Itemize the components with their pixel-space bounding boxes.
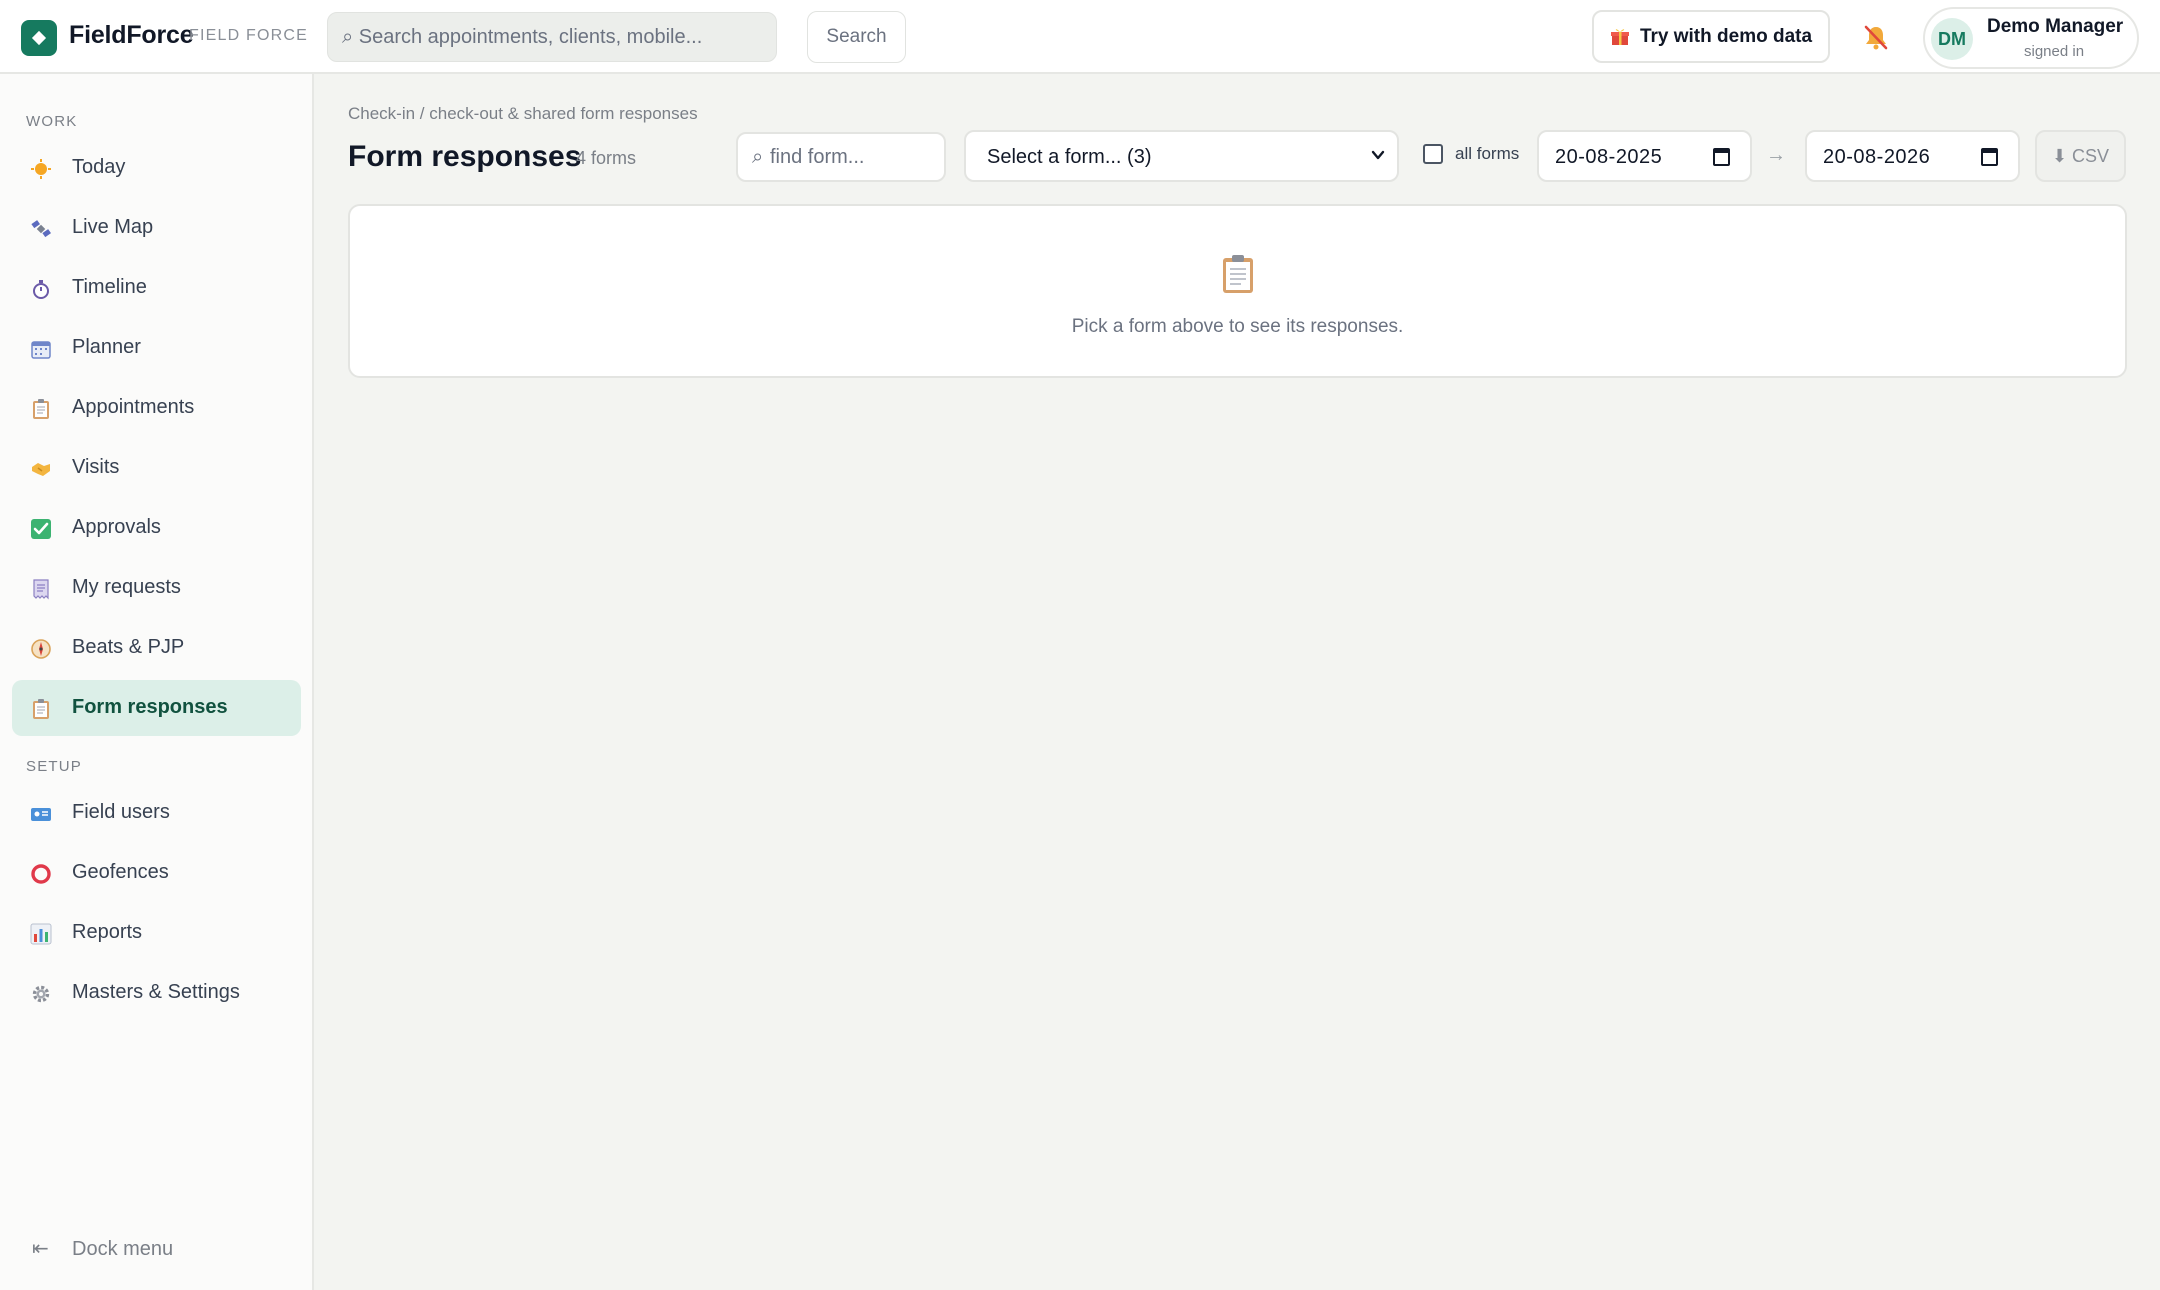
form-select[interactable]: Select a form... (3) — [964, 130, 1399, 182]
sidebar-item-label: My requests — [72, 576, 181, 598]
clipboard-icon — [33, 399, 49, 419]
section-label-setup: SETUP — [26, 758, 83, 775]
sidebar-item-label: Masters & Settings — [72, 981, 240, 1003]
dock-menu-button[interactable]: ⇤ Dock menu — [12, 1224, 301, 1276]
gear-icon — [32, 985, 50, 1003]
breadcrumb: Check-in / check-out & shared form respo… — [348, 104, 698, 123]
sidebar-item-label: Planner — [72, 336, 141, 358]
date-to-value: 20-08-2026 — [1823, 146, 1931, 168]
form-select-value: Select a form... (3) — [987, 146, 1152, 168]
sidebar-item-planner[interactable]: Planner — [12, 320, 301, 376]
sidebar-item-appointments[interactable]: Appointments — [12, 380, 301, 436]
dock-menu-label: Dock menu — [72, 1238, 174, 1260]
empty-state-card: Pick a form above to see its responses. — [348, 204, 2127, 378]
collapse-icon: ⇤ — [32, 1238, 49, 1260]
date-from-input[interactable]: 20-08-2025 — [1537, 130, 1752, 182]
stopwatch-icon — [33, 280, 49, 299]
receipt-icon — [33, 579, 49, 600]
avatar: DM — [1931, 18, 1973, 60]
sidebar-item-live-map[interactable]: Live Map — [12, 200, 301, 256]
sidebar-item-beats-pjp[interactable]: Beats & PJP — [12, 620, 301, 676]
find-form-field: ⌕ — [736, 132, 946, 182]
brand-tagline: FIELD FORCE — [189, 27, 308, 44]
top-bar: FieldForce FIELD FORCE Search Try with d… — [0, 0, 2160, 74]
gift-icon — [1610, 28, 1629, 45]
try-demo-data-label: Try with demo data — [1639, 25, 1813, 47]
calendar-icon[interactable] — [1713, 148, 1730, 166]
global-search — [327, 12, 777, 62]
sidebar-item-visits[interactable]: Visits — [12, 440, 301, 496]
sidebar-item-reports[interactable]: Reports — [12, 905, 301, 961]
all-forms-toggle[interactable]: all forms — [1423, 144, 1519, 164]
sidebar-item-label: Visits — [72, 456, 120, 478]
sidebar-item-my-requests[interactable]: My requests — [12, 560, 301, 616]
all-forms-checkbox[interactable] — [1423, 144, 1443, 164]
calendar-icon — [31, 341, 51, 359]
calendar-icon[interactable] — [1981, 148, 1998, 166]
sidebar-item-label: Form responses — [72, 696, 228, 718]
search-icon: ⌕ — [752, 146, 764, 168]
sidebar-item-approvals[interactable]: Approvals — [12, 500, 301, 556]
search-button[interactable]: Search — [807, 11, 906, 63]
clipboard-icon — [1223, 255, 1253, 293]
sidebar-item-label: Beats & PJP — [72, 636, 185, 658]
sun-icon — [31, 159, 51, 179]
clipboard-icon — [33, 699, 49, 719]
sidebar-item-label: Appointments — [72, 396, 195, 418]
brand-name[interactable]: FieldForce — [69, 21, 194, 50]
date-range-arrow: → — [1766, 144, 1786, 166]
sidebar-item-today[interactable]: Today — [12, 140, 301, 196]
chevron-down-icon — [1371, 150, 1385, 160]
date-from-value: 20-08-2025 — [1555, 146, 1663, 168]
bar-chart-icon — [30, 923, 52, 945]
sidebar-item-geofences[interactable]: Geofences — [12, 845, 301, 901]
sidebar-item-label: Live Map — [72, 216, 154, 238]
id-card-icon — [31, 808, 51, 821]
check-icon — [31, 519, 51, 539]
section-label-work: WORK — [26, 113, 78, 130]
global-search-input[interactable] — [342, 13, 772, 61]
export-csv-button[interactable]: ⬇ CSV — [2035, 130, 2126, 182]
empty-state-message: Pick a form above to see its responses. — [1071, 316, 1404, 337]
handshake-icon — [32, 463, 50, 476]
sidebar-item-label: Approvals — [72, 516, 161, 538]
sidebar-item-label: Today — [72, 156, 126, 178]
sidebar-item-form-responses[interactable]: Form responses — [12, 680, 301, 736]
all-forms-label: all forms — [1455, 144, 1520, 163]
brand-logo-icon[interactable] — [21, 20, 57, 56]
bell-off-icon[interactable] — [1862, 23, 1890, 51]
circle-icon — [31, 864, 51, 884]
user-menu[interactable]: DM Demo Manager signed in — [1923, 7, 2139, 69]
user-status: signed in — [2024, 43, 2085, 60]
sidebar-item-label: Field users — [72, 801, 170, 823]
try-demo-data-button[interactable]: Try with demo data — [1592, 10, 1830, 63]
sidebar-item-masters-settings[interactable]: Masters & Settings — [12, 965, 301, 1021]
form-count: 4 forms — [576, 148, 637, 168]
satellite-icon — [31, 220, 51, 238]
compass-icon — [31, 639, 51, 659]
sidebar-item-field-users[interactable]: Field users — [12, 785, 301, 841]
sidebar-item-label: Timeline — [72, 276, 147, 298]
sidebar: WORK Today Live Map Timeline Planner App… — [0, 74, 314, 1290]
sidebar-item-label: Geofences — [72, 861, 169, 883]
date-to-input[interactable]: 20-08-2026 — [1805, 130, 2020, 182]
find-form-input[interactable] — [770, 134, 940, 180]
user-name: Demo Manager — [1987, 16, 2124, 37]
page-title: Form responses — [348, 140, 582, 173]
sidebar-item-label: Reports — [72, 921, 143, 943]
sidebar-item-timeline[interactable]: Timeline — [12, 260, 301, 316]
